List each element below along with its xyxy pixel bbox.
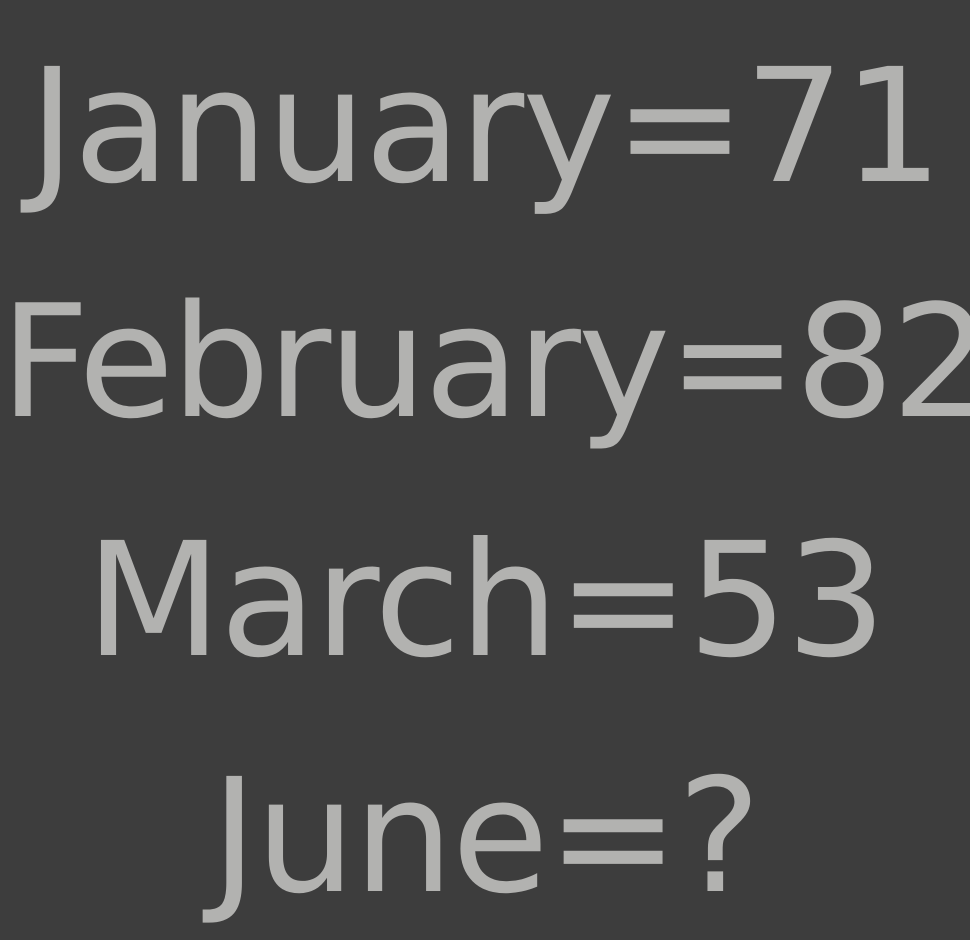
puzzle-line-january: January=71: [28, 35, 943, 219]
month-number-puzzle: January=71 February=82 March=53 June=?: [0, 0, 970, 940]
puzzle-line-june-question: June=?: [210, 745, 761, 929]
puzzle-line-march: March=53: [85, 509, 886, 693]
puzzle-line-february: February=82: [0, 271, 970, 453]
